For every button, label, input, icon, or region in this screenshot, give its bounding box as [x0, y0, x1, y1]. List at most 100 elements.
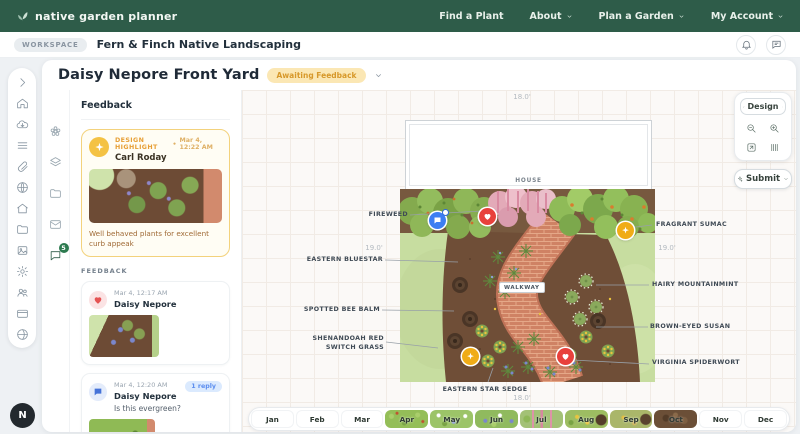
highlight-marker[interactable]	[617, 222, 634, 239]
chevron-down-icon	[778, 14, 783, 18]
highlight-thumbnail	[89, 169, 222, 223]
feedback-date: Mar 4, 12:17 AM	[114, 289, 168, 298]
users-icon	[16, 288, 28, 297]
month-may[interactable]: May	[430, 410, 474, 428]
chevron-right-icon	[19, 77, 25, 87]
heart-reaction-badge	[89, 291, 107, 310]
sidebar-item-properties[interactable]	[13, 201, 31, 215]
sidebar-expand-button[interactable]	[13, 75, 31, 89]
nav-my-account[interactable]: My Account	[711, 11, 784, 22]
chevron-down-icon	[784, 178, 788, 181]
label-spotted-bee-balm: SPOTTED BEE BALM	[303, 306, 380, 313]
design-canvas[interactable]: 18.0' 19.0' 19.0' 18.0' HOUSE FIREWEED E…	[242, 90, 796, 432]
month-aug[interactable]: Aug	[564, 410, 608, 428]
unread-count-badge: 5	[58, 243, 69, 253]
comments-tab[interactable]: 5	[48, 243, 69, 262]
sidebar-item-explore[interactable]	[13, 180, 31, 194]
highlight-author: Carl Roday	[115, 153, 167, 163]
dimension-left: 19.0'	[365, 244, 383, 252]
sidebar-item-team[interactable]	[13, 285, 31, 299]
workspace-name: Fern & Finch Native Landscaping	[96, 38, 301, 51]
brand-logo[interactable]: native garden planner	[16, 10, 177, 23]
zoom-out-button[interactable]	[745, 122, 759, 134]
highlight-kicker: DESIGN HIGHLIGHT	[115, 137, 158, 151]
globe-icon	[16, 181, 28, 193]
label-shenandoah-red-switch-grass: SHENANDOAH RED SWITCH GRASS	[312, 335, 384, 351]
flower-icon	[50, 125, 61, 136]
month-dec[interactable]: Dec	[744, 410, 787, 428]
house-label: HOUSE	[515, 178, 542, 184]
label-hairy-mountainmint: HAIRY MOUNTAINMINT	[652, 281, 739, 288]
grid-toggle-button[interactable]	[768, 141, 782, 153]
heart-marker[interactable]	[479, 208, 496, 225]
fit-screen-icon	[747, 142, 756, 152]
chat-bubble-icon	[94, 388, 102, 396]
plants-tab[interactable]	[48, 124, 64, 138]
zoom-in-icon	[770, 123, 779, 133]
feedback-thumbnail	[89, 419, 155, 432]
sidebar-item-web[interactable]	[13, 327, 31, 341]
feedback-panel: Feedback DESIGN HIGHLIGHT • Mar 4, 12:22 A…	[70, 90, 242, 432]
home-icon	[16, 98, 28, 108]
mail-icon	[50, 219, 61, 229]
fit-screen-button[interactable]	[745, 141, 759, 153]
image-icon	[17, 245, 27, 255]
feedback-item[interactable]: 1 reply Mar 4, 12:20 AM Daisy Nepore Is …	[81, 373, 230, 432]
page-title: Daisy Nepore Front Yard	[58, 67, 260, 83]
sidebar-item-billing[interactable]	[13, 306, 31, 320]
bloom-calendar: Jan Feb Mar Apr May Jun Jul Aug Sep Oct …	[248, 407, 790, 431]
sidebar-item-attachments[interactable]	[13, 159, 31, 173]
comment-marker[interactable]	[429, 209, 449, 229]
month-apr[interactable]: Apr	[385, 410, 429, 428]
highlight-date: Mar 4, 12:22 AM	[179, 137, 213, 151]
sidebar-item-gallery[interactable]	[13, 243, 31, 257]
sidebar-item-home[interactable]	[13, 96, 31, 110]
chat-bubble-icon	[771, 40, 781, 49]
folder-icon	[50, 188, 61, 198]
nav-about[interactable]: About	[530, 11, 573, 22]
bell-icon	[741, 40, 751, 50]
nav-plan-a-garden[interactable]: Plan a Garden	[599, 11, 685, 22]
sidebar-item-menu[interactable]	[13, 138, 31, 152]
design-selector-chevron-icon[interactable]	[374, 71, 383, 80]
feedback-author: Daisy Nepore	[114, 299, 177, 310]
month-oct[interactable]: Oct	[654, 410, 698, 428]
menu-icon	[17, 141, 27, 149]
label-eastern-star-sedge: EASTERN STAR SEDGE	[442, 386, 528, 393]
sparkle-icon	[737, 176, 743, 183]
sidebar-item-settings[interactable]	[13, 264, 31, 278]
app-root: native garden planner Find a Plant About…	[0, 0, 800, 434]
top-navbar: native garden planner Find a Plant About…	[0, 0, 800, 32]
layers-tab[interactable]	[48, 155, 64, 169]
submit-button[interactable]: Submit	[734, 169, 792, 189]
month-jun[interactable]: Jun	[475, 410, 518, 428]
gear-icon	[16, 265, 28, 277]
month-sep[interactable]: Sep	[609, 410, 653, 428]
paperclip-icon	[17, 161, 28, 172]
sidebar-item-cloud[interactable]	[13, 117, 31, 131]
label-virginia-spiderwort: VIRGINIA SPIDERWORT	[652, 359, 740, 366]
reply-count-badge: 1 reply	[185, 381, 222, 393]
house-footprint[interactable]: HOUSE	[405, 120, 652, 190]
zoom-in-button[interactable]	[768, 122, 782, 134]
month-nov[interactable]: Nov	[699, 410, 742, 428]
messages-button[interactable]	[766, 34, 786, 55]
design-menu-button[interactable]: Design	[740, 98, 786, 115]
feedback-item[interactable]: Mar 4, 12:17 AM Daisy Nepore	[81, 281, 230, 366]
month-mar[interactable]: Mar	[341, 410, 384, 428]
mail-tab[interactable]	[48, 217, 64, 231]
label-brown-eyed-susan: BROWN-EYED SUSAN	[650, 323, 731, 330]
design-highlight-card[interactable]: DESIGN HIGHLIGHT • Mar 4, 12:22 AM Carl Ro…	[81, 129, 230, 258]
heart-marker[interactable]	[557, 348, 574, 365]
heart-icon	[484, 214, 491, 220]
month-jan[interactable]: Jan	[251, 410, 294, 428]
sidebar-item-projects[interactable]	[13, 222, 31, 236]
files-tab[interactable]	[48, 186, 64, 200]
notifications-button[interactable]	[736, 34, 756, 55]
month-jul[interactable]: Jul	[519, 410, 563, 428]
highlight-marker[interactable]	[462, 348, 479, 365]
user-avatar[interactable]: N	[10, 403, 35, 428]
month-feb[interactable]: Feb	[296, 410, 339, 428]
nav-find-a-plant[interactable]: Find a Plant	[439, 11, 503, 22]
home-alt-icon	[16, 203, 28, 213]
